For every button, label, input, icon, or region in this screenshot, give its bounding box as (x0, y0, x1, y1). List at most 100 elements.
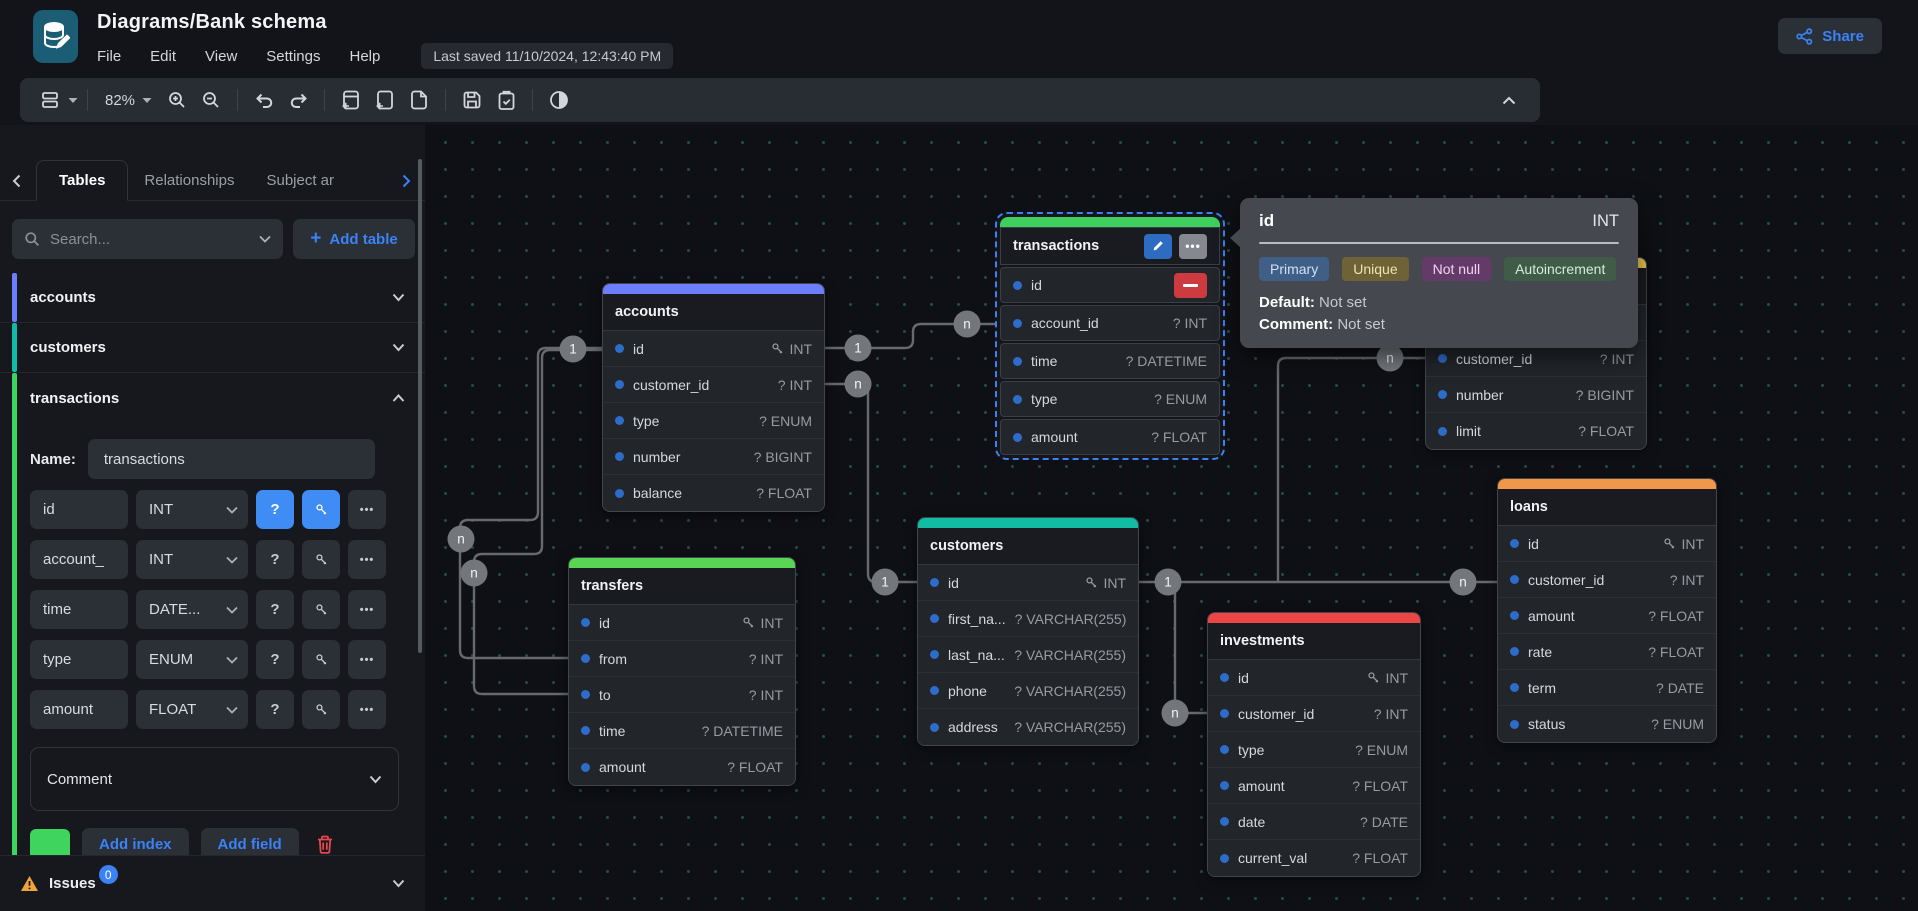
field-row-customers-phone[interactable]: phone? VARCHAR(255) (918, 673, 1138, 709)
field-more-options-button[interactable]: ••• (348, 690, 386, 729)
canvas-table-accounts[interactable]: accountsidINTcustomer_id? INTtype? ENUMn… (602, 283, 825, 512)
search-input[interactable] (50, 231, 249, 248)
save-as-button[interactable] (489, 83, 523, 117)
tab-relationships[interactable]: Relationships (128, 161, 250, 200)
field-type-select[interactable]: INT (136, 540, 248, 579)
field-row-transactions-type[interactable]: type? ENUM (1000, 381, 1220, 417)
add-note-button[interactable] (402, 83, 436, 117)
undo-button[interactable] (247, 83, 281, 117)
field-type-select[interactable]: INT (136, 490, 248, 529)
field-row-transfers-from[interactable]: from? INT (569, 641, 795, 677)
field-row-accounts-id[interactable]: idINT (603, 331, 824, 367)
collapse-toolbar-button[interactable] (1492, 83, 1526, 117)
field-row-accounts-balance[interactable]: balance? FLOAT (603, 475, 824, 511)
field-more-options-button[interactable]: ••• (348, 640, 386, 679)
canvas-table-transfers[interactable]: transfersidINTfrom? INTto? INTtime? DATE… (568, 557, 796, 786)
field-type-select[interactable]: DATE... (136, 590, 248, 629)
sidebar-item-transactions[interactable]: transactions (0, 373, 425, 423)
field-row-customers-last_na...[interactable]: last_na...? VARCHAR(255) (918, 637, 1138, 673)
chevron-up-icon[interactable] (392, 394, 405, 403)
chevron-down-icon[interactable] (392, 879, 405, 888)
primary-key-toggle-button[interactable] (302, 540, 340, 579)
field-row-investments-date[interactable]: date? DATE (1208, 804, 1420, 840)
field-type-select[interactable]: FLOAT (136, 690, 248, 729)
field-row-investments-amount[interactable]: amount? FLOAT (1208, 768, 1420, 804)
add-area-button[interactable] (368, 83, 402, 117)
search-dropdown-icon[interactable] (259, 235, 271, 243)
field-row-loans-rate[interactable]: rate? FLOAT (1498, 634, 1716, 670)
field-more-options-button[interactable]: ••• (348, 490, 386, 529)
tab-tables[interactable]: Tables (36, 160, 128, 201)
nullable-toggle-button[interactable]: ? (256, 690, 294, 729)
zoom-out-button[interactable] (194, 83, 228, 117)
chevron-down-icon[interactable] (392, 343, 405, 352)
zoom-in-button[interactable] (160, 83, 194, 117)
tabs-scroll-left-icon[interactable] (12, 174, 21, 188)
field-row-credit_cards-number[interactable]: number? BIGINT (1426, 377, 1646, 413)
primary-key-toggle-button[interactable] (302, 640, 340, 679)
field-row-accounts-type[interactable]: type? ENUM (603, 403, 824, 439)
menu-help[interactable]: Help (349, 48, 380, 65)
canvas-table-loans[interactable]: loansidINTcustomer_id? INTamount? FLOATr… (1497, 478, 1717, 743)
table-header-loans[interactable]: loans (1498, 489, 1716, 526)
sidebar-item-customers[interactable]: customers (0, 323, 425, 373)
field-row-transactions-amount[interactable]: amount? FLOAT (1000, 419, 1220, 455)
more-options-button[interactable]: ••• (1179, 234, 1207, 259)
save-button[interactable] (455, 83, 489, 117)
field-type-select[interactable]: ENUM (136, 640, 248, 679)
table-name-input[interactable] (88, 439, 375, 479)
menu-file[interactable]: File (97, 48, 121, 65)
view-mode-button[interactable] (34, 83, 68, 117)
field-row-loans-term[interactable]: term? DATE (1498, 670, 1716, 706)
nullable-toggle-button[interactable]: ? (256, 540, 294, 579)
add-table-sidebar-button[interactable]: + Add table (293, 219, 415, 259)
relationship-line-customers.id-credit_cards.customer_id[interactable] (1278, 358, 1425, 582)
field-name-input[interactable] (30, 490, 128, 529)
primary-key-toggle-button[interactable] (302, 490, 340, 529)
field-row-accounts-number[interactable]: number? BIGINT (603, 439, 824, 475)
add-table-button[interactable] (334, 83, 368, 117)
field-row-transfers-id[interactable]: idINT (569, 605, 795, 641)
table-header-customers[interactable]: customers (918, 528, 1138, 565)
menu-settings[interactable]: Settings (266, 48, 320, 65)
canvas[interactable]: accountsidINTcustomer_id? INTtype? ENUMn… (425, 125, 1918, 911)
nullable-toggle-button[interactable]: ? (256, 490, 294, 529)
table-header-transfers[interactable]: transfers (569, 568, 795, 605)
field-row-transactions-id[interactable]: id (1000, 267, 1220, 303)
field-row-customers-id[interactable]: idINT (918, 565, 1138, 601)
delete-field-button[interactable] (1174, 273, 1207, 298)
issues-bar[interactable]: Issues 0 (0, 855, 425, 911)
sidebar-item-accounts[interactable]: accounts (0, 273, 425, 323)
canvas-table-transactions[interactable]: transactions•••idaccount_id? INTtime? DA… (995, 212, 1225, 460)
field-name-input[interactable] (30, 690, 128, 729)
field-row-transactions-time[interactable]: time? DATETIME (1000, 343, 1220, 379)
field-row-customers-first_na...[interactable]: first_na...? VARCHAR(255) (918, 601, 1138, 637)
relationship-line-customers.id-investments.customer_id[interactable] (1175, 582, 1207, 713)
field-row-transfers-time[interactable]: time? DATETIME (569, 713, 795, 749)
field-name-input[interactable] (30, 540, 128, 579)
field-row-investments-current_val[interactable]: current_val? FLOAT (1208, 840, 1420, 876)
field-row-loans-amount[interactable]: amount? FLOAT (1498, 598, 1716, 634)
tab-subject-areas[interactable]: Subject ar (250, 161, 350, 200)
primary-key-toggle-button[interactable] (302, 590, 340, 629)
nullable-toggle-button[interactable]: ? (256, 640, 294, 679)
field-row-transactions-account_id[interactable]: account_id? INT (1000, 305, 1220, 341)
field-row-investments-type[interactable]: type? ENUM (1208, 732, 1420, 768)
search-box[interactable] (12, 219, 283, 259)
field-name-input[interactable] (30, 590, 128, 629)
primary-key-toggle-button[interactable] (302, 690, 340, 729)
app-logo[interactable] (33, 10, 78, 63)
sidebar-scrollbar[interactable] (418, 159, 422, 653)
canvas-table-investments[interactable]: investmentsidINTcustomer_id? INTtype? EN… (1207, 612, 1421, 877)
nullable-toggle-button[interactable]: ? (256, 590, 294, 629)
field-row-transfers-to[interactable]: to? INT (569, 677, 795, 713)
field-row-investments-id[interactable]: idINT (1208, 660, 1420, 696)
table-header-transactions[interactable]: transactions••• (1000, 227, 1220, 265)
redo-button[interactable] (281, 83, 315, 117)
tabs-scroll-right-icon[interactable] (402, 174, 411, 188)
comment-section[interactable]: Comment (30, 747, 399, 811)
delete-table-button[interactable] (315, 834, 335, 855)
table-header-accounts[interactable]: accounts (603, 294, 824, 331)
field-row-transfers-amount[interactable]: amount? FLOAT (569, 749, 795, 785)
field-more-options-button[interactable]: ••• (348, 540, 386, 579)
